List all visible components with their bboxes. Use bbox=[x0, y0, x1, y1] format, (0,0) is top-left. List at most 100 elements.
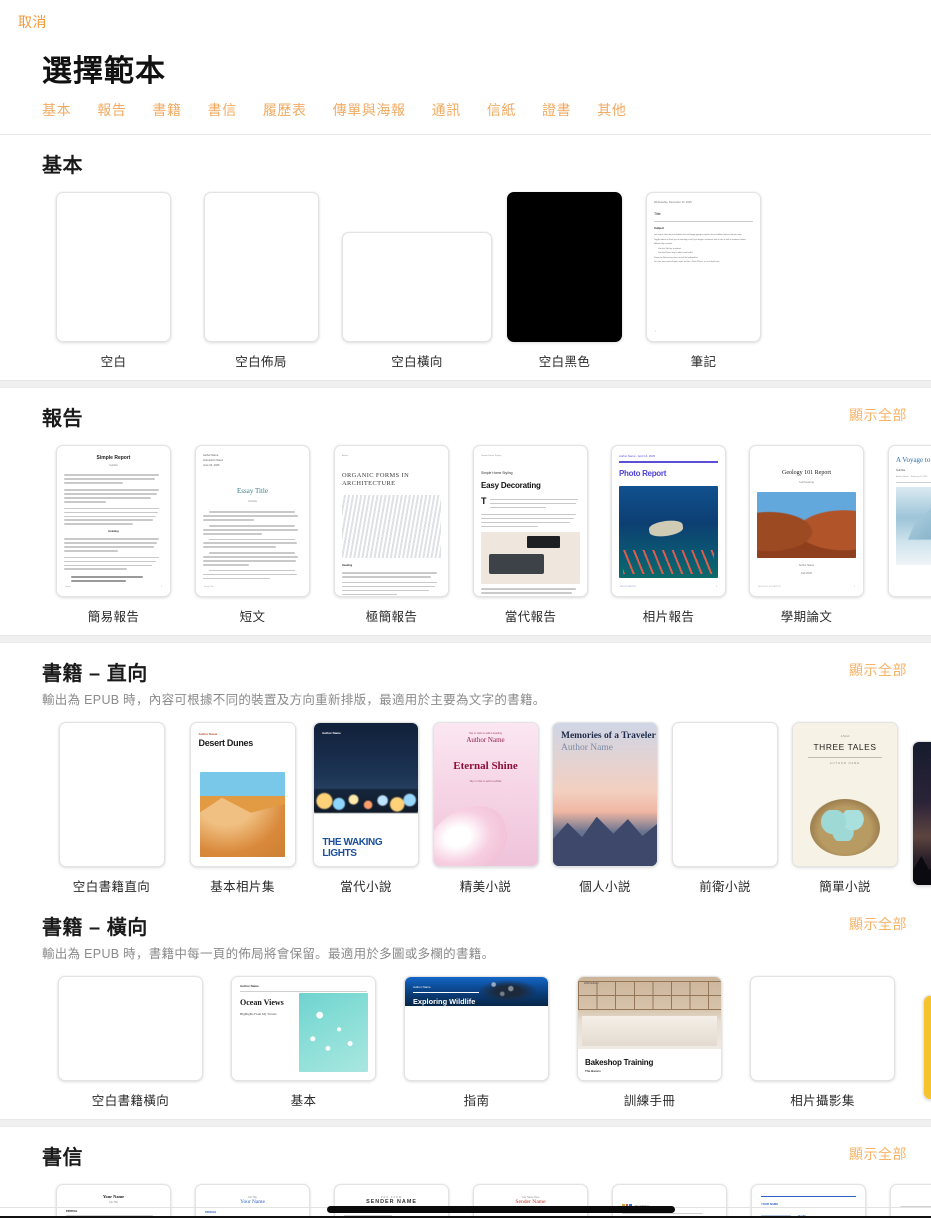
template-caption: 空白黑色 bbox=[538, 355, 591, 369]
template-caption: 空白書籍直向 bbox=[72, 880, 151, 894]
thumbnail-contemporary-report[interactable]: Simple Home Styling Simple Home Styling … bbox=[473, 445, 588, 597]
petal-image bbox=[433, 798, 516, 866]
template-row-books-portrait[interactable]: 空白書籍直向 Author Name Desert Dunes 基本相片集 Au… bbox=[0, 708, 931, 905]
thumbnail-note[interactable]: Wednesday, December 10, 2025 Title Subje… bbox=[646, 192, 761, 342]
template-card-blank-layout[interactable]: 空白佈局 bbox=[183, 192, 339, 370]
minimal-heading: Heading bbox=[342, 564, 353, 568]
template-card-exploring-wildlife[interactable]: Author Name Exploring Wildlife 指南 bbox=[390, 976, 563, 1109]
voyage-subtitle: Subtitle bbox=[896, 468, 906, 473]
mountain-image bbox=[553, 816, 657, 866]
contemporary-eyebrow: Simple Home Styling bbox=[481, 471, 513, 476]
tab-certificates[interactable]: 證書 bbox=[542, 100, 571, 120]
show-all-reports[interactable]: 顯示全部 bbox=[849, 402, 907, 425]
template-row-basic[interactable]: 空白 空白佈局 空白橫向 空白黑色 Wednesday, December 10… bbox=[0, 178, 931, 380]
book-author: Author Name bbox=[198, 732, 218, 736]
show-all-books-landscape[interactable]: 顯示全部 bbox=[849, 911, 907, 934]
template-card-bakeshop-training[interactable]: 2026 Edition Bakeshop Training The Basic… bbox=[563, 976, 736, 1109]
tab-books[interactable]: 書籍 bbox=[152, 100, 181, 120]
thumbnail-recipe-yellow[interactable]: Recipes Soups by Author Stone Ramen bbox=[923, 995, 931, 1100]
note-bullet: You can view and edit your notes on Mac,… bbox=[654, 261, 720, 264]
tab-resumes[interactable]: 履歷表 bbox=[263, 100, 307, 120]
thumbnail-blank-black[interactable] bbox=[507, 192, 622, 342]
tab-reports[interactable]: 報告 bbox=[97, 100, 126, 120]
template-card-note[interactable]: Wednesday, December 10, 2025 Title Subje… bbox=[634, 192, 773, 370]
template-card-essay[interactable]: Author Name Instructor's Name June 04, 2… bbox=[183, 445, 322, 625]
section-separator bbox=[0, 380, 931, 388]
book-subtitle: The Basics bbox=[585, 1069, 601, 1073]
template-caption: 學期論文 bbox=[780, 610, 833, 624]
thumbnail-photo-report[interactable]: Author Name · April 14, 2025 Photo Repor… bbox=[611, 445, 726, 597]
template-card-desert-dunes[interactable]: Author Name Desert Dunes 基本相片集 bbox=[179, 722, 306, 895]
tab-basic[interactable]: 基本 bbox=[42, 100, 71, 120]
thumbnail-shapes-angles[interactable]: SHAPES & ANGLES ARCHITECTURAL PHOTOGRAPH… bbox=[750, 976, 895, 1081]
thumbnail-night-sky[interactable] bbox=[912, 741, 931, 886]
template-card-blank-black[interactable]: 空白黑色 bbox=[495, 192, 634, 370]
template-card-contemporary-report[interactable]: Simple Home Styling Simple Home Styling … bbox=[461, 445, 600, 625]
thumbnail-eternal-shine[interactable]: Tap or click to add a heading Author Nam… bbox=[432, 722, 539, 867]
book-author: Author Name bbox=[561, 743, 613, 754]
tab-stationery[interactable]: 信紙 bbox=[487, 100, 516, 120]
city-lights-image bbox=[314, 788, 418, 814]
thumbnail-blank[interactable] bbox=[56, 192, 171, 342]
template-card-waking-lights[interactable]: Author Name THE WAKING LIGHTS 當代小說 bbox=[306, 722, 426, 895]
template-card-shatter-dark[interactable]: A SHATTER IN THE DARK AUTHOR NAME 前衛小説 bbox=[665, 722, 785, 895]
template-caption: 空白佈局 bbox=[235, 355, 287, 369]
essay-date: June 04, 2025 bbox=[203, 463, 220, 467]
thumbnail-essay[interactable]: Author Name Instructor's Name June 04, 2… bbox=[195, 445, 310, 597]
show-all-books-portrait[interactable]: 顯示全部 bbox=[849, 657, 907, 680]
book-title: Memories of a Traveler bbox=[561, 731, 656, 741]
template-caption: 極簡報告 bbox=[365, 610, 418, 624]
letter-name: Your Name bbox=[102, 1194, 125, 1199]
tab-letters[interactable]: 書信 bbox=[208, 100, 237, 120]
show-all-letters[interactable]: 顯示全部 bbox=[849, 1141, 907, 1164]
template-card-photo-report[interactable]: Author Name · April 14, 2025 Photo Repor… bbox=[600, 445, 737, 625]
tab-newsletters[interactable]: 通訊 bbox=[432, 100, 461, 120]
section-reports: 報告 顯示全部 Simple Report Subtitle Heading F… bbox=[0, 388, 931, 635]
template-card-blank-landscape[interactable]: 空白橫向 bbox=[339, 232, 495, 370]
thumbnail-desert-dunes[interactable]: Author Name Desert Dunes bbox=[189, 722, 296, 867]
template-card-voyage[interactable]: A Voyage to the Arctic Subtitle Author N… bbox=[876, 445, 931, 625]
template-card-blank[interactable]: 空白 bbox=[44, 192, 183, 370]
iceberg-photo bbox=[896, 486, 931, 565]
term-paper-title: Geology 101 Report bbox=[782, 470, 831, 476]
thumbnail-term-paper[interactable]: Geology 101 Report Subheading Author Nam… bbox=[749, 445, 864, 597]
template-card-recipe-yellow[interactable]: Recipes Soups by Author Stone Ramen bbox=[909, 995, 931, 1109]
template-card-night-sky[interactable] bbox=[905, 741, 931, 895]
template-card-ocean-views[interactable]: Author Name Ocean Views Highlights From … bbox=[217, 976, 390, 1109]
tab-misc[interactable]: 其他 bbox=[597, 100, 626, 120]
scrollbar-thumb[interactable] bbox=[327, 1206, 675, 1213]
template-card-three-tales[interactable]: A Novel THREE TALES AUTHOR NAME 簡單小説 bbox=[785, 722, 905, 895]
thumbnail-blank-book-portrait[interactable] bbox=[58, 722, 165, 867]
thumbnail-simple-report[interactable]: Simple Report Subtitle Heading Footer 1 bbox=[56, 445, 171, 597]
thumbnail-blank-layout[interactable] bbox=[203, 192, 319, 342]
cancel-button[interactable]: 取消 bbox=[18, 12, 47, 32]
template-card-memories-traveler[interactable]: Memories of a Traveler Author Name 個人小説 bbox=[545, 722, 665, 895]
section-title-letters: 書信 bbox=[42, 1147, 83, 1169]
report-footer: Footer bbox=[65, 586, 71, 589]
template-card-simple-report[interactable]: Simple Report Subtitle Heading Footer 1 … bbox=[44, 445, 183, 625]
thumbnail-three-tales[interactable]: A Novel THREE TALES AUTHOR NAME bbox=[792, 722, 898, 867]
template-card-minimal-report[interactable]: Author ORGANIC FORMS IN ARCHITECTURE Hea… bbox=[322, 445, 461, 625]
template-row-reports[interactable]: Simple Report Subtitle Heading Footer 1 … bbox=[0, 431, 931, 635]
template-caption: 相片報告 bbox=[642, 610, 695, 624]
section-separator bbox=[0, 635, 931, 643]
tab-flyers-posters[interactable]: 傳單與海報 bbox=[333, 100, 406, 120]
template-card-shapes-angles[interactable]: SHAPES & ANGLES ARCHITECTURAL PHOTOGRAPH… bbox=[736, 976, 909, 1109]
thumbnail-ocean-views[interactable]: Author Name Ocean Views Highlights From … bbox=[231, 976, 376, 1081]
thumbnail-blank-landscape[interactable] bbox=[342, 232, 492, 342]
thumbnail-voyage[interactable]: A Voyage to the Arctic Subtitle Author N… bbox=[888, 445, 931, 597]
term-paper-date: Fall 2025 bbox=[801, 571, 812, 575]
book-subtitle: Tap or click to add a subtitle bbox=[469, 780, 502, 784]
template-card-blank-book-portrait[interactable]: 空白書籍直向 bbox=[44, 722, 179, 895]
template-card-blank-book-landscape[interactable]: 空白書籍橫向 bbox=[44, 976, 217, 1109]
thumbnail-shatter-dark[interactable]: A SHATTER IN THE DARK AUTHOR NAME bbox=[672, 722, 778, 867]
thumbnail-bakeshop-training[interactable]: 2026 Edition Bakeshop Training The Basic… bbox=[577, 976, 722, 1081]
thumbnail-waking-lights[interactable]: Author Name THE WAKING LIGHTS bbox=[313, 722, 419, 867]
template-card-eternal-shine[interactable]: Tap or click to add a heading Author Nam… bbox=[426, 722, 545, 895]
template-card-term-paper[interactable]: Geology 101 Report Subheading Author Nam… bbox=[737, 445, 876, 625]
thumbnail-blank-book-landscape[interactable] bbox=[58, 976, 203, 1081]
template-row-books-landscape[interactable]: 空白書籍橫向 Author Name Ocean Views Highlight… bbox=[0, 962, 931, 1119]
thumbnail-memories-traveler[interactable]: Memories of a Traveler Author Name bbox=[552, 722, 658, 867]
thumbnail-exploring-wildlife[interactable]: Author Name Exploring Wildlife bbox=[404, 976, 549, 1081]
thumbnail-minimal-report[interactable]: Author ORGANIC FORMS IN ARCHITECTURE Hea… bbox=[334, 445, 449, 597]
